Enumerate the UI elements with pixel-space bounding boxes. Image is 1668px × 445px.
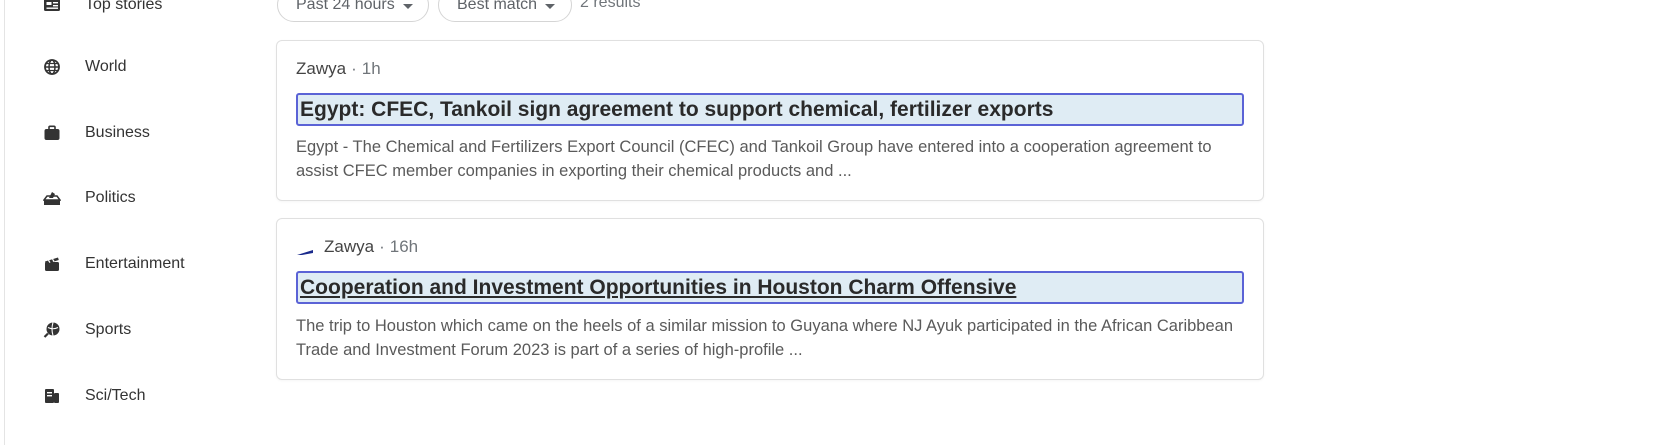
- newspaper-icon: [42, 0, 62, 15]
- source-name[interactable]: Zawya: [296, 59, 346, 79]
- result-snippet: The trip to Houston which came on the he…: [296, 317, 1234, 359]
- published-age: 16h: [389, 237, 419, 256]
- sidebar-item-top-stories[interactable]: Top stories: [42, 0, 162, 20]
- result-title-link[interactable]: Egypt: CFEC, Tankoil sign agreement to s…: [296, 93, 1244, 126]
- sidebar-item-politics[interactable]: Politics: [42, 183, 136, 213]
- clapperboard-icon: [42, 254, 62, 274]
- sidebar-item-world[interactable]: World: [42, 52, 127, 82]
- sidebar-item-label: Business: [85, 124, 150, 141]
- source-line: Zawya · 16h: [296, 237, 418, 257]
- result-title-link[interactable]: Cooperation and Investment Opportunities…: [296, 271, 1244, 304]
- sidebar-item-label: World: [85, 58, 127, 75]
- chevron-down-icon: [402, 3, 413, 9]
- separator: ·: [379, 237, 385, 256]
- sidebar-nav: Top stories World Business Politics Ente…: [0, 0, 260, 445]
- source-name[interactable]: Zawya: [324, 237, 374, 257]
- source-line: Zawya · 1h: [296, 59, 381, 79]
- sort-dropdown[interactable]: Best match: [438, 0, 572, 22]
- separator: ·: [351, 59, 357, 78]
- sidebar-item-sci-tech[interactable]: Sci/Tech: [42, 381, 145, 411]
- news-result-card: Zawya · 1h Egypt: CFEC, Tankoil sign agr…: [276, 40, 1264, 201]
- sidebar-item-business[interactable]: Business: [42, 118, 150, 148]
- chevron-down-icon: [545, 3, 556, 9]
- source-logo-icon: [296, 242, 314, 255]
- news-result-card: Zawya · 16h Cooperation and Investment O…: [276, 218, 1264, 380]
- briefcase-icon: [42, 123, 62, 143]
- globe-icon: [42, 57, 62, 77]
- sidebar-item-label: Sci/Tech: [85, 387, 146, 404]
- sort-label: Best match: [457, 0, 538, 13]
- flask-icon: [42, 386, 62, 406]
- sports-ball-icon: [42, 320, 62, 340]
- time-filter-dropdown[interactable]: Past 24 hours: [277, 0, 429, 22]
- published-age: 1h: [361, 59, 381, 78]
- result-snippet: Egypt - The Chemical and Fertilizers Exp…: [296, 138, 1212, 180]
- sidebar-item-label: Sports: [85, 321, 132, 338]
- results-count: 2 results: [580, 0, 641, 11]
- sidebar-item-label: Top stories: [85, 0, 163, 13]
- ballot-box-icon: [42, 188, 62, 208]
- sidebar-item-sports[interactable]: Sports: [42, 315, 131, 345]
- sidebar-item-label: Politics: [85, 189, 136, 206]
- sidebar-item-entertainment[interactable]: Entertainment: [42, 249, 185, 279]
- sidebar-item-label: Entertainment: [85, 255, 185, 272]
- time-filter-label: Past 24 hours: [296, 0, 395, 13]
